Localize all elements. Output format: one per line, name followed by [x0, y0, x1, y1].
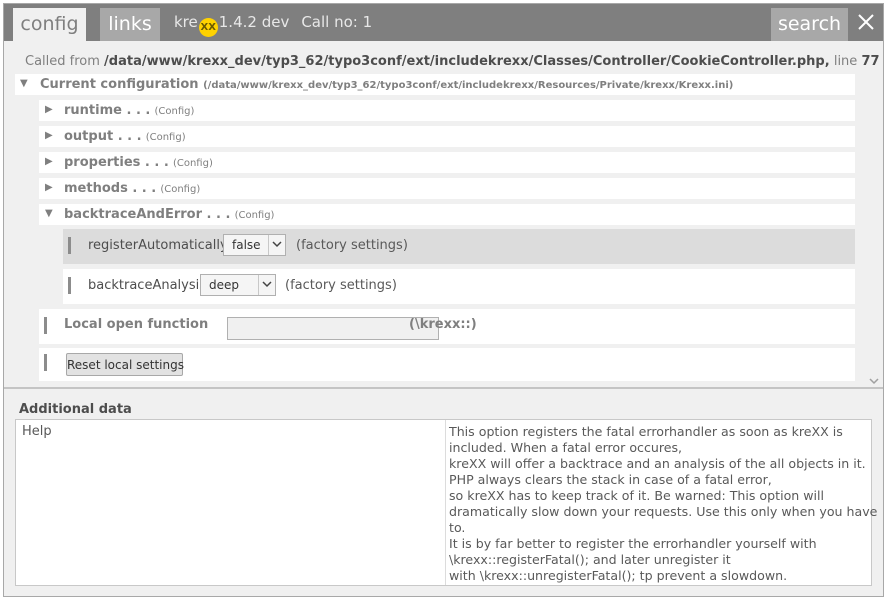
krexx-logo-icon: XX — [198, 18, 218, 37]
collapsed-arrow-icon: ▶ — [45, 130, 53, 141]
close-icon[interactable] — [855, 11, 877, 33]
config-panel: Called from /data/www/krexx_dev/typ3_62/… — [4, 41, 883, 387]
scroll-down-icon[interactable] — [868, 372, 880, 385]
tab-config[interactable]: config — [13, 8, 86, 41]
reset-row: Reset local settings — [39, 348, 855, 381]
expanded-arrow-icon: ▼ — [20, 78, 28, 89]
krexx-window: config links kre XX 1.4.2 dev Call no: 1 se… — [3, 3, 884, 597]
expanded-arrow-icon: ▼ — [45, 208, 53, 219]
config-file-path: (/data/www/krexx_dev/typ3_62/typo3conf/e… — [203, 80, 734, 91]
collapsed-arrow-icon: ▶ — [45, 182, 53, 193]
section-output[interactable]: ▶ output . . . (Config) — [39, 126, 855, 147]
section-methods[interactable]: ▶ methods . . . (Config) — [39, 178, 855, 199]
called-from: Called from /data/www/krexx_dev/typ3_62/… — [25, 54, 880, 69]
additional-data-title: Additional data — [19, 402, 132, 417]
version-label: 1.4.2 dev — [218, 13, 290, 31]
tab-links[interactable]: links — [100, 8, 160, 41]
header-bar: config links kre XX 1.4.2 dev Call no: 1 se… — [4, 4, 883, 41]
called-from-line: 77 — [861, 54, 880, 69]
help-label: Help — [22, 424, 52, 439]
search-button[interactable]: search — [771, 8, 848, 41]
setting-backtrace-analysis: backtraceAnalysis deep (factory settings… — [63, 269, 855, 304]
backtrace-analysis-select[interactable]: deep — [200, 274, 276, 296]
local-open-function-row: Local open function (\krexx::) — [39, 309, 855, 344]
brand-prefix: kre — [174, 13, 198, 31]
local-open-function-input[interactable] — [227, 317, 439, 340]
additional-data-table: Help This option registers the fatal err… — [15, 419, 878, 586]
version-info: kre XX 1.4.2 dev Call no: 1 — [174, 13, 372, 37]
current-configuration[interactable]: ▼ Current configuration (/data/www/krexx… — [15, 74, 855, 95]
collapsed-arrow-icon: ▶ — [45, 156, 53, 167]
section-runtime[interactable]: ▶ runtime . . . (Config) — [39, 100, 855, 121]
setting-register-automatically: registerAutomatically false (factory set… — [63, 229, 855, 264]
chevron-down-icon — [258, 275, 275, 295]
section-backtraceanderror[interactable]: ▼ backtraceAndError . . . (Config) — [39, 204, 855, 225]
help-text: This option registers the fatal errorhan… — [449, 424, 878, 583]
collapsed-arrow-icon: ▶ — [45, 104, 53, 115]
register-automatically-select[interactable]: false — [223, 234, 286, 256]
called-from-path: /data/www/krexx_dev/typ3_62/typo3conf/ex… — [104, 54, 830, 69]
additional-data-panel: Additional data Help This option registe… — [4, 389, 883, 596]
chevron-down-icon — [268, 235, 285, 255]
call-number: Call no: 1 — [301, 13, 373, 31]
section-properties[interactable]: ▶ properties . . . (Config) — [39, 152, 855, 173]
reset-local-settings-button[interactable]: Reset local settings — [66, 353, 184, 376]
